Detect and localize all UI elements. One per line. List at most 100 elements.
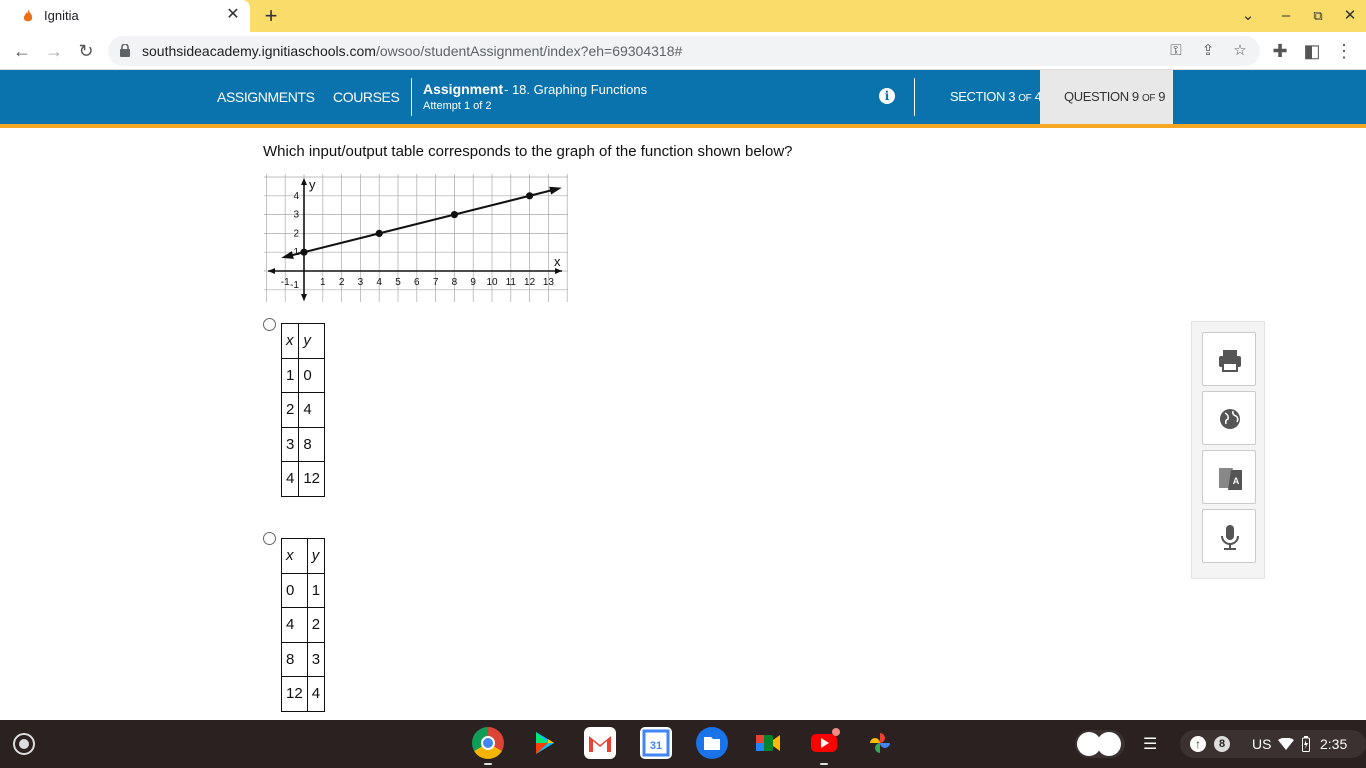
table-cell: 3 bbox=[306, 641, 326, 677]
browser-tab[interactable]: Ignitia ✕ bbox=[0, 0, 250, 32]
microphone-icon bbox=[1221, 525, 1239, 550]
question-of: OF bbox=[1141, 93, 1156, 104]
y-axis-arrow bbox=[301, 294, 307, 301]
graph-point bbox=[375, 229, 383, 237]
key-icon[interactable]: ⚿ bbox=[1166, 42, 1186, 60]
x-axis-arrow bbox=[268, 268, 275, 274]
status-area[interactable]: ↑ 8 US 2:35 bbox=[1180, 730, 1366, 758]
minimize-icon[interactable]: – bbox=[1276, 6, 1296, 26]
globe-button[interactable] bbox=[1202, 391, 1256, 445]
header-divider bbox=[411, 78, 412, 116]
os-shelf bbox=[0, 720, 1366, 768]
table-cell: 0 bbox=[298, 357, 326, 393]
battery-icon bbox=[1302, 736, 1310, 752]
section-number: 3 bbox=[1008, 89, 1016, 104]
x-tick-label: 5 bbox=[395, 277, 401, 288]
x-tick-label: 7 bbox=[433, 277, 439, 288]
meet-app-icon[interactable] bbox=[752, 727, 784, 759]
question-total: 9 bbox=[1158, 89, 1166, 104]
x-tick-label: 2 bbox=[339, 277, 345, 288]
function-graph: xy-1 1 2 3 4 5 6 7 8 9 10 11 12 134321-1 bbox=[264, 174, 568, 302]
nav-courses[interactable]: COURSES bbox=[333, 89, 400, 105]
table-cell: 0 bbox=[281, 572, 308, 608]
section-of: OF bbox=[1018, 93, 1032, 104]
stylus-toggle[interactable] bbox=[1075, 730, 1125, 758]
x-tick-label: 1 bbox=[320, 277, 326, 288]
table-cell: 3 bbox=[280, 426, 300, 462]
translate-button[interactable]: A bbox=[1202, 450, 1256, 504]
function-line-arrow bbox=[549, 186, 562, 195]
y-tick-label: 2 bbox=[293, 228, 299, 239]
photos-app-icon[interactable] bbox=[864, 727, 896, 759]
table-cell: 12 bbox=[298, 461, 326, 497]
url-text: southsideacademy.ignitiaschools.com/owso… bbox=[142, 43, 682, 59]
x-tick-label: 11 bbox=[506, 277, 517, 288]
youtube-app-icon[interactable] bbox=[808, 727, 840, 759]
microphone-button[interactable] bbox=[1202, 509, 1256, 563]
table-cell: 2 bbox=[280, 392, 300, 428]
table-cell: 1 bbox=[280, 357, 300, 393]
notification-count-badge: 8 bbox=[1214, 736, 1230, 752]
extensions-icon[interactable]: ✚ bbox=[1269, 40, 1291, 62]
running-indicator bbox=[820, 763, 828, 765]
svg-text:31: 31 bbox=[650, 740, 662, 752]
launcher-icon[interactable] bbox=[13, 733, 35, 755]
wifi-icon bbox=[1278, 738, 1294, 750]
clipboard-icon[interactable]: ☰ bbox=[1143, 734, 1157, 754]
x-tick-label: 12 bbox=[524, 277, 536, 288]
graph-point bbox=[526, 192, 534, 200]
chrome-app-icon[interactable] bbox=[472, 727, 504, 759]
forward-icon[interactable]: → bbox=[43, 40, 65, 62]
x-tick-label: 13 bbox=[543, 277, 555, 288]
flame-icon bbox=[23, 9, 33, 22]
print-icon bbox=[1219, 350, 1241, 372]
y-axis-label: y bbox=[309, 177, 316, 192]
y-tick-label: 3 bbox=[293, 210, 299, 221]
print-button[interactable] bbox=[1202, 332, 1256, 386]
new-tab-button[interactable]: + bbox=[260, 4, 282, 28]
running-indicator bbox=[484, 763, 492, 765]
lock-icon bbox=[120, 44, 130, 57]
option-b-radio[interactable] bbox=[263, 532, 276, 545]
address-bar[interactable]: southsideacademy.ignitiaschools.com/owso… bbox=[108, 36, 1260, 66]
y-tick-label: -1 bbox=[290, 280, 299, 291]
close-tab-icon[interactable]: ✕ bbox=[224, 6, 242, 24]
info-icon[interactable]: i bbox=[879, 88, 895, 104]
x-tick-label: 10 bbox=[486, 277, 498, 288]
table-header: x bbox=[281, 538, 308, 574]
calendar-app-icon[interactable]: 31 bbox=[640, 727, 672, 759]
browser-toolbar: ← → ↻ southsideacademy.ignitiaschools.co… bbox=[0, 32, 1366, 70]
url-path: /owsoo/studentAssignment/index?eh=693043… bbox=[375, 43, 683, 59]
option-a-radio[interactable] bbox=[263, 318, 276, 331]
assignment-name: - 18. Graphing Functions bbox=[504, 82, 648, 97]
x-tick-label: 9 bbox=[470, 277, 476, 288]
clock: 2:35 bbox=[1320, 736, 1348, 752]
share-icon[interactable]: ⇪ bbox=[1198, 42, 1218, 60]
gmail-app-icon[interactable] bbox=[584, 727, 616, 759]
back-icon[interactable]: ← bbox=[11, 40, 33, 62]
bookmark-star-icon[interactable]: ☆ bbox=[1230, 42, 1250, 60]
section-indicator: SECTION 3 OF 4 bbox=[950, 89, 1042, 104]
files-app-icon[interactable] bbox=[696, 727, 728, 759]
side-panel-icon[interactable]: ◧ bbox=[1301, 40, 1323, 62]
table-cell: 8 bbox=[281, 641, 308, 677]
tab-search-icon[interactable]: ⌄ bbox=[1238, 6, 1258, 26]
menu-icon[interactable]: ⋮ bbox=[1333, 40, 1355, 62]
question-indicator: QUESTION 9 OF 9 bbox=[1040, 70, 1173, 124]
option-b-table: xy 01 42 83 12 4 bbox=[281, 538, 326, 712]
close-window-icon[interactable]: ✕ bbox=[1340, 6, 1360, 26]
question-text: Which input/output table corresponds to … bbox=[263, 143, 793, 160]
table-cell: 4 bbox=[298, 392, 326, 428]
play-store-app-icon[interactable] bbox=[528, 727, 560, 759]
svg-text:A: A bbox=[1233, 476, 1240, 486]
table-cell: 12 bbox=[281, 676, 308, 712]
x-tick-label: 8 bbox=[452, 277, 458, 288]
restore-icon[interactable]: ⧉ bbox=[1308, 6, 1328, 26]
reload-icon[interactable]: ↻ bbox=[75, 40, 97, 62]
app-header: ASSIGNMENTS COURSES Assignment - 18. Gra… bbox=[0, 70, 1366, 124]
x-axis-label: x bbox=[554, 254, 561, 269]
table-header: y bbox=[298, 323, 326, 359]
url-host: southsideacademy.ignitiaschools.com bbox=[142, 43, 376, 59]
nav-assignments[interactable]: ASSIGNMENTS bbox=[217, 89, 315, 105]
table-cell: 2 bbox=[306, 607, 326, 643]
